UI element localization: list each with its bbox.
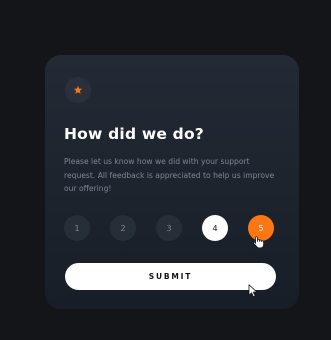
star-badge xyxy=(65,77,91,103)
card-description: Please let us know how we did with your … xyxy=(64,157,275,193)
rating-card: How did we do? Please let us know how we… xyxy=(45,55,299,309)
rating-button-5[interactable]: 5 xyxy=(248,215,274,241)
card-title: How did we do? xyxy=(64,125,204,143)
rating-button-3[interactable]: 3 xyxy=(156,215,182,241)
rating-options: 1 2 3 4 5 xyxy=(64,215,274,241)
rating-button-1[interactable]: 1 xyxy=(64,215,90,241)
rating-button-2[interactable]: 2 xyxy=(110,215,136,241)
rating-button-4[interactable]: 4 xyxy=(202,215,228,241)
star-icon xyxy=(73,85,83,94)
submit-button[interactable]: SUBMIT xyxy=(65,263,276,290)
